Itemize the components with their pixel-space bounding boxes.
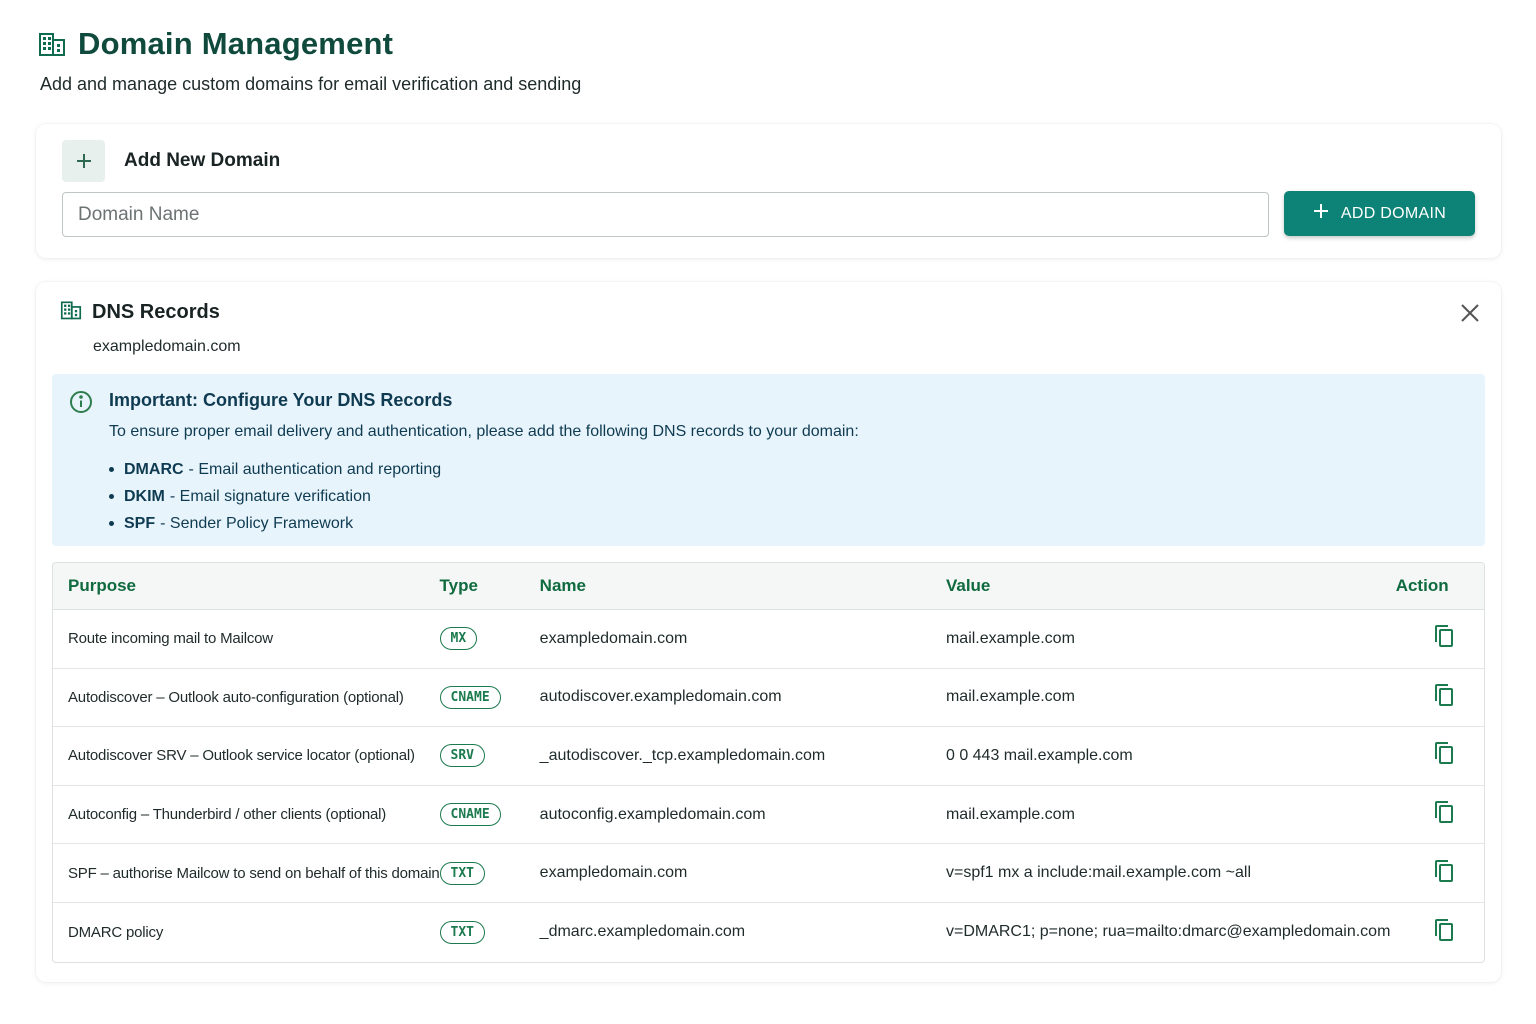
plus-icon — [1313, 203, 1329, 224]
list-item: SPF - Sender Policy Framework — [109, 510, 441, 537]
record-purpose: DMARC policy — [68, 923, 164, 941]
add-domain-title: Add New Domain — [124, 150, 281, 171]
record-purpose: Autodiscover SRV – Outlook service locat… — [53, 727, 440, 786]
page-header: Domain Management — [38, 26, 393, 62]
copy-icon[interactable] — [1432, 741, 1456, 765]
add-domain-button[interactable]: ADD DOMAIN — [1284, 191, 1475, 236]
page-subtitle: Add and manage custom domains for email … — [40, 74, 582, 94]
record-type-badge: MX — [439, 627, 478, 651]
record-purpose: Route incoming mail to Mailcow — [53, 610, 440, 669]
record-name: exampledomain.com — [539, 610, 946, 669]
copy-icon[interactable] — [1432, 918, 1456, 942]
record-value: v=spf1 mx a include:mail.example.com ~al… — [945, 844, 1396, 903]
dns-records-card: DNS Records exampledomain.com Important:… — [36, 282, 1501, 982]
info-icon — [69, 390, 93, 419]
close-icon[interactable] — [1459, 302, 1481, 324]
info-list: DMARC - Email authentication and reportin… — [109, 456, 441, 537]
record-type-badge: TXT — [439, 920, 485, 944]
dns-info-alert: Important: Configure Your DNS Records To… — [52, 374, 1485, 546]
record-name: _dmarc.exampledomain.com — [539, 923, 746, 941]
table-row: SPF – authorise Mailcow to send on behal… — [53, 844, 1484, 903]
record-value: v=DMARC1; p=none; rua=mailto:dmarc@examp… — [945, 923, 1391, 941]
column-header-name: Name — [539, 563, 946, 610]
record-purpose: Autodiscover – Outlook auto-configuratio… — [53, 669, 440, 728]
building-icon — [60, 300, 82, 325]
add-domain-button-label: ADD DOMAIN — [1340, 204, 1447, 222]
record-value: 0 0 443 mail.example.com — [945, 727, 1396, 786]
copy-icon[interactable] — [1432, 859, 1456, 883]
record-type-badge: SRV — [439, 744, 485, 768]
list-item: DKIM - Email signature verification — [109, 483, 441, 510]
copy-icon[interactable] — [1432, 800, 1456, 824]
record-name: autoconfig.exampledomain.com — [539, 786, 946, 845]
record-name: _autodiscover._tcp.exampledomain.com — [539, 727, 946, 786]
record-value: mail.example.com — [945, 669, 1396, 728]
table-header-row: Purpose Type Name Value Action — [53, 563, 1484, 610]
list-item: DMARC - Email authentication and reportin… — [109, 456, 441, 483]
column-header-action: Action — [1395, 563, 1484, 610]
record-type-badge: TXT — [439, 861, 485, 885]
add-domain-card: Add New Domain ADD DOMAIN — [36, 124, 1501, 258]
domain-name-input[interactable] — [62, 192, 1269, 237]
plus-icon — [62, 140, 105, 182]
dns-records-table: Purpose Type Name Value Action Route inc… — [52, 562, 1485, 963]
building-icon — [38, 31, 66, 57]
column-header-purpose: Purpose — [53, 563, 440, 610]
table-row: Autodiscover SRV – Outlook service locat… — [53, 727, 1484, 786]
column-header-type: Type — [439, 563, 540, 610]
info-title: Important: Configure Your DNS Records — [109, 390, 453, 410]
info-text: To ensure proper email delivery and auth… — [109, 423, 859, 440]
record-name: autodiscover.exampledomain.com — [539, 669, 946, 728]
copy-icon[interactable] — [1432, 624, 1456, 648]
column-header-value: Value — [945, 563, 1396, 610]
record-type-badge: CNAME — [439, 685, 501, 709]
record-value: mail.example.com — [945, 786, 1396, 845]
record-type-badge: CNAME — [439, 803, 501, 827]
table-row: Autodiscover – Outlook auto-configuratio… — [53, 669, 1484, 728]
table-row: DMARC policy TXT _dmarc.exampledomain.co… — [53, 903, 1484, 962]
record-value: mail.example.com — [945, 610, 1396, 669]
copy-icon[interactable] — [1432, 683, 1456, 707]
dns-records-title: DNS Records — [92, 301, 220, 323]
table-row: Autoconfig – Thunderbird / other clients… — [53, 786, 1484, 845]
record-purpose: Autoconfig – Thunderbird / other clients… — [53, 786, 440, 845]
record-name: exampledomain.com — [539, 844, 946, 903]
table-row: Route incoming mail to Mailcow MX exampl… — [53, 610, 1484, 669]
dns-domain-name: exampledomain.com — [93, 338, 241, 355]
record-purpose: SPF – authorise Mailcow to send on behal… — [53, 844, 440, 903]
page-title: Domain Management — [78, 26, 394, 61]
